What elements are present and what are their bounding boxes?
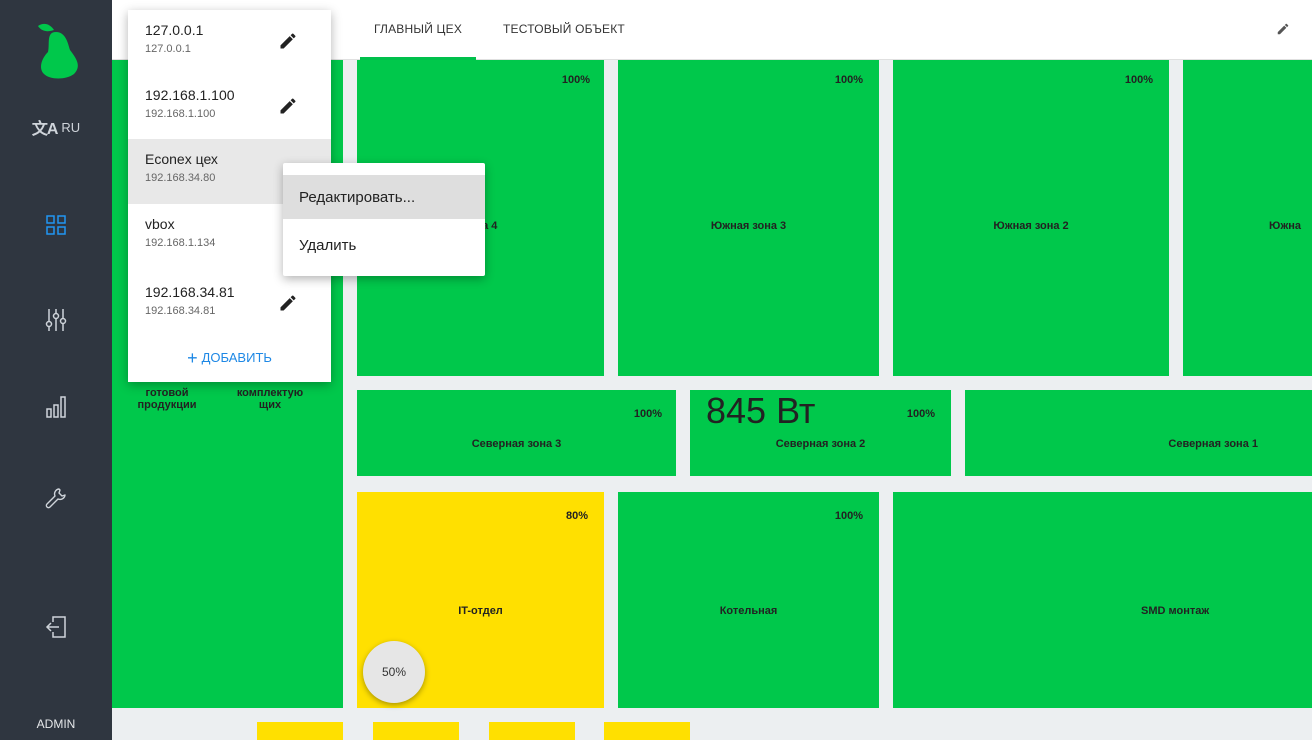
server-name: vbox (145, 216, 175, 232)
server-ip: 192.168.1.134 (145, 237, 216, 249)
zone-south-3[interactable]: 100% Южная зона 3 (618, 60, 879, 376)
zone-small[interactable] (604, 722, 690, 740)
server-ip: 192.168.34.81 (145, 305, 216, 317)
server-item[interactable]: 192.168.34.81 192.168.34.81 (128, 272, 331, 332)
tab-test-object[interactable]: ТЕСТОВЫЙ ОБЪЕКТ (503, 0, 625, 58)
menu-item-delete[interactable]: Удалить (283, 223, 485, 267)
edit-icon[interactable] (278, 293, 298, 313)
zone-name: Южная зона 2 (993, 220, 1069, 232)
server-name: 192.168.34.81 (145, 284, 235, 300)
server-ip: 192.168.34.80 (145, 172, 216, 184)
logout-icon[interactable] (45, 615, 67, 639)
zoom-fab[interactable]: 50% (363, 641, 425, 703)
translate-icon: 文A (31, 121, 59, 138)
zone-north-2[interactable]: 845 Вт 100% Северная зона 2 (690, 390, 951, 476)
zone-pct: 100% (834, 510, 863, 522)
zone-small[interactable] (489, 722, 575, 740)
zone-name: Котельная (719, 605, 778, 617)
zone-north-3[interactable]: 100% Северная зона 3 (357, 390, 676, 476)
sidebar: 文A RU ADMIN (0, 0, 112, 740)
context-menu: Редактировать... Удалить (283, 163, 485, 276)
plus-icon: + (187, 348, 198, 368)
zone-pct: 100% (906, 408, 935, 420)
language-switch[interactable]: 文A RU (0, 112, 112, 142)
edit-icon[interactable] (278, 96, 298, 116)
language-code: RU (61, 119, 81, 135)
menu-item-edit[interactable]: Редактировать... (283, 175, 485, 219)
server-item[interactable]: 192.168.1.100 192.168.1.100 (128, 75, 331, 135)
zone-boiler[interactable]: 100% Котельная (618, 492, 879, 708)
zone-power-value: 845 Вт (706, 390, 816, 431)
zone-name: Южная зона 3 (710, 220, 787, 232)
zone-pct: 80% (565, 510, 588, 522)
zone-name: IT-отдел (458, 605, 503, 617)
server-ip: 127.0.0.1 (145, 43, 191, 55)
zone-label-finished-goods: готовой продукции (137, 387, 197, 411)
dashboard-grid-icon[interactable] (46, 215, 66, 235)
wrench-icon[interactable] (45, 487, 67, 509)
server-name: 192.168.1.100 (145, 87, 235, 103)
edit-layout-icon[interactable] (1276, 22, 1290, 36)
user-label[interactable]: ADMIN (0, 712, 112, 736)
add-server-button[interactable]: + ДОБАВИТЬ (128, 348, 331, 369)
zone-north-1[interactable]: Северная зона 1 (965, 390, 1312, 476)
server-name: 127.0.0.1 (145, 22, 204, 38)
pear-logo-icon[interactable] (32, 18, 84, 80)
server-name: Econex цех (145, 151, 218, 167)
sliders-icon[interactable] (45, 308, 67, 332)
zone-smd[interactable]: SMD монтаж (893, 492, 1312, 708)
zone-name: Северная зона 1 (1168, 438, 1258, 450)
zone-south-1[interactable]: Южна (1183, 60, 1312, 376)
zone-name: SMD монтаж (1141, 605, 1210, 617)
server-item[interactable]: 127.0.0.1 127.0.0.1 (128, 10, 331, 70)
tab-main-shop[interactable]: ГЛАВНЫЙ ЦЕХ (359, 0, 477, 60)
bar-chart-icon[interactable] (46, 396, 66, 418)
zone-label-components: комплектую щих (236, 387, 304, 411)
zone-south-2[interactable]: 100% Южная зона 2 (893, 60, 1169, 376)
edit-icon[interactable] (278, 31, 298, 51)
add-label: ДОБАВИТЬ (201, 350, 272, 365)
zone-name: Северная зона 2 (775, 438, 866, 450)
zone-small[interactable] (373, 722, 459, 740)
zone-pct: 100% (834, 74, 863, 86)
zone-name: Южна (1269, 220, 1302, 232)
server-ip: 192.168.1.100 (145, 108, 216, 120)
zone-pct: 100% (1124, 74, 1153, 86)
zone-pct: 100% (561, 74, 590, 86)
zone-name: Северная зона 3 (471, 438, 562, 450)
zone-small[interactable] (257, 722, 343, 740)
zone-pct: 100% (633, 408, 662, 420)
